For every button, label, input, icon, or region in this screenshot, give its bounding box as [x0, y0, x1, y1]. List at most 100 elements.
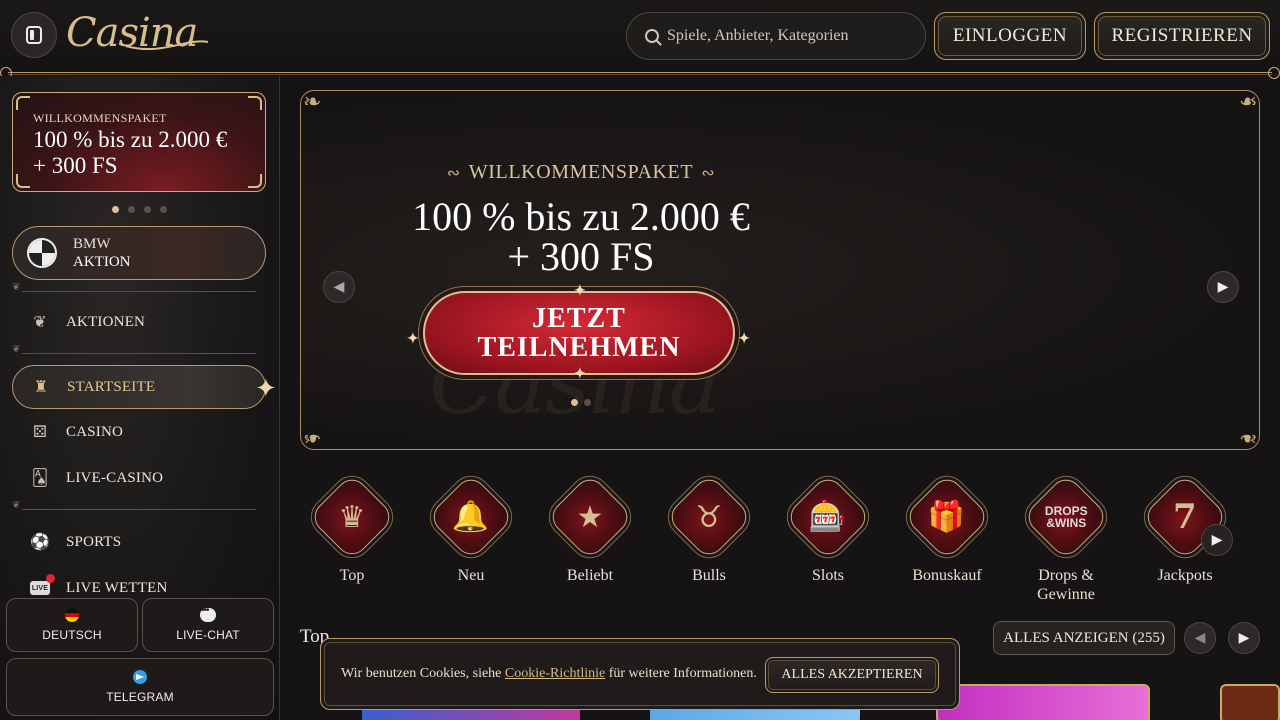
sparkle-icon: ✦ [407, 332, 420, 347]
category-label: Top [339, 567, 365, 584]
games-prev-button[interactable]: ◀ [1184, 622, 1216, 654]
logo[interactable]: Casina [66, 8, 216, 60]
sidebar-promo-card[interactable]: WILLKOMMENSPAKET 100 % bis zu 2.000 € + … [12, 92, 266, 192]
corner-ornament: ❧ [1238, 90, 1257, 114]
hero-title-line2: + 300 FS [507, 234, 655, 279]
header-divider [0, 67, 1280, 79]
sidebar-item-label: SPORTS [66, 533, 122, 550]
sidebar-item-label: AKTIONEN [66, 313, 146, 330]
categories-next-button[interactable]: ▶ [1201, 524, 1233, 556]
chevron-right-icon: ▶ [1211, 532, 1223, 548]
sidebar: WILLKOMMENSPAKET 100 % bis zu 2.000 € + … [0, 76, 280, 720]
sparkle-icon: ✦ [255, 374, 277, 403]
sidebar-item-label: LIVE WETTEN [66, 579, 168, 596]
flourish-icon: ∾ [446, 165, 461, 182]
sidebar-toggle-icon [26, 26, 42, 44]
sidebar-divider [12, 500, 266, 514]
chat-bubble-icon [200, 605, 216, 622]
category-label: Beliebt [566, 567, 614, 584]
hero-carousel-dots [571, 399, 591, 406]
category-neu[interactable]: 🔔 Neu [421, 473, 521, 585]
cards-icon: 🂡 [31, 470, 49, 487]
corner-ornament: ❧ [303, 426, 322, 450]
sidebar-item-aktionen[interactable]: ❦ AKTIONEN [12, 300, 266, 344]
language-button[interactable]: DEUTSCH [6, 598, 138, 652]
corner-ornament: ❧ [1238, 426, 1257, 450]
category-label: Neu [457, 567, 485, 584]
casino-dice-icon: ⚄ [32, 424, 48, 441]
sidebar-item-startseite[interactable]: ♜ STARTSEITE ✦ [12, 365, 277, 409]
category-drops-gewinne[interactable]: DROPS &WINS Drops & Gewinne [1016, 473, 1116, 604]
category-label: Bulls [692, 567, 726, 584]
carousel-dot[interactable] [144, 206, 151, 213]
german-flag-icon [65, 608, 79, 622]
cookie-text: Wir benutzen Cookies, siehe Cookie-Richt… [341, 666, 757, 681]
drops-wins-icon: DROPS &WINS [1044, 504, 1088, 530]
carousel-dot[interactable] [128, 206, 135, 213]
slot-machine-icon: 🎰 [809, 499, 847, 535]
sparkle-icon: ✦ [738, 332, 751, 347]
soccer-ball-icon: ⚽ [29, 534, 51, 551]
corner-ornament [248, 174, 262, 188]
category-label: Jackpots [1157, 567, 1213, 584]
show-all-button[interactable]: ALLES ANZEIGEN (255) [993, 621, 1175, 655]
live-chat-label: LIVE-CHAT [176, 628, 240, 642]
category-bulls[interactable]: ♉ Bulls [659, 473, 759, 585]
promo-carousel-dots [112, 206, 167, 213]
star-icon: ★ [576, 499, 604, 535]
sidebar-item-label: CASINO [66, 423, 124, 440]
hero-next-button[interactable]: ▶ [1207, 271, 1239, 303]
sidebar-item-label: LIVE-CASINO [66, 469, 164, 486]
accept-cookies-button[interactable]: ALLES AKZEPTIEREN [765, 657, 939, 693]
logo-swash [125, 40, 209, 51]
corner-ornament: ❧ [303, 90, 322, 114]
telegram-button[interactable]: TELEGRAM [6, 658, 274, 716]
category-label: Drops & Gewinne [1037, 567, 1095, 603]
chevron-left-icon: ◀ [1194, 630, 1206, 646]
games-next-button[interactable]: ▶ [1228, 622, 1260, 654]
sidebar-item-casino[interactable]: ⚄ CASINO [12, 410, 266, 454]
register-button[interactable]: REGISTRIEREN [1094, 12, 1270, 60]
carousel-dot[interactable] [112, 206, 119, 213]
category-label: Slots [811, 567, 844, 584]
bmw-label-line2: AKTION [73, 254, 131, 270]
live-chat-button[interactable]: LIVE-CHAT [142, 598, 274, 652]
carousel-dot[interactable] [160, 206, 167, 213]
promo-kicker: WILLKOMMENSPAKET [33, 111, 167, 125]
sidebar-item-live-casino[interactable]: 🂡 LIVE-CASINO [12, 456, 266, 500]
login-button[interactable]: EINLOGGEN [934, 12, 1086, 60]
search-input[interactable] [667, 27, 907, 45]
hero-kicker: ∾ WILLKOMMENSPAKET ∾ [446, 161, 716, 183]
sidebar-item-sports[interactable]: ⚽ SPORTS [12, 520, 266, 564]
bell-icon: 🔔 [452, 499, 490, 535]
category-beliebt[interactable]: ★ Beliebt [540, 473, 640, 585]
cookie-policy-link[interactable]: Cookie-Richtlinie [505, 666, 605, 681]
bmw-logo-icon [27, 238, 57, 268]
carousel-dot[interactable] [571, 399, 578, 406]
sidebar-divider [12, 344, 266, 358]
promo-title-line1: 100 % bis zu 2.000 € [33, 127, 228, 152]
sparkle-icon: ✦ [574, 284, 587, 299]
game-tile[interactable] [1220, 684, 1280, 720]
sparkle-icon: ✦ [574, 367, 587, 382]
hero-prev-button[interactable]: ◀ [323, 271, 355, 303]
join-now-button[interactable]: ✦ ✦ ✦ ✦ JETZT TEILNEHMEN [407, 284, 750, 382]
bmw-promo-button[interactable]: BMW AKTION [12, 226, 266, 280]
language-label: DEUTSCH [42, 628, 102, 642]
chevron-right-icon: ▶ [1217, 279, 1229, 295]
live-badge-icon: LIVE [30, 574, 55, 597]
chevron-left-icon: ◀ [333, 279, 345, 295]
category-bonuskauf[interactable]: 🎁 Bonuskauf [897, 473, 997, 585]
hero-banner[interactable]: ❧ ❧ ❧ ❧ Casina ∾ WILLKOMMENSPAKET ∾ 100 % … [300, 90, 1260, 450]
sidebar-divider [12, 282, 266, 296]
search-box[interactable] [626, 12, 926, 60]
game-tile[interactable] [936, 684, 1150, 720]
sidebar-toggle-button[interactable] [11, 12, 57, 58]
category-slots[interactable]: 🎰 Slots [778, 473, 878, 585]
carousel-dot[interactable] [584, 399, 591, 406]
castle-icon: ♜ [33, 379, 49, 396]
promo-title-line2: + 300 FS [33, 153, 118, 178]
bull-icon: ♉ [695, 499, 723, 535]
telegram-icon [133, 670, 147, 684]
category-top[interactable]: ♛ Top [302, 473, 402, 585]
